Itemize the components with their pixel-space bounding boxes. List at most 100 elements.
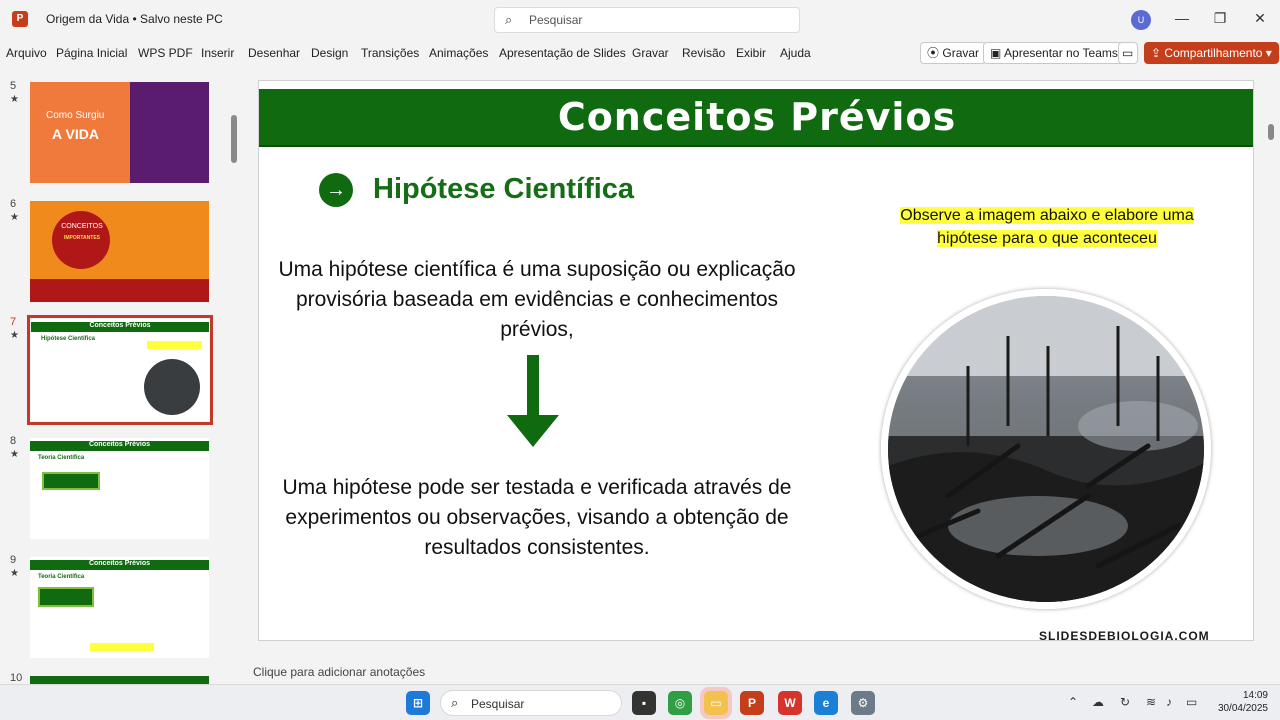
tab-gravar[interactable]: Gravar <box>632 46 669 60</box>
tab-animacoes[interactable]: Animações <box>429 46 488 60</box>
thumb-subtitle: Teoria Científica <box>38 455 85 461</box>
notes-placeholder: Clique para adicionar anotações <box>253 665 426 679</box>
tab-pagina-inicial[interactable]: Página Inicial <box>56 46 127 60</box>
slide-thumbnail-6[interactable]: CONCEITOS IMPORTANTES <box>30 201 209 302</box>
thumb-subtitle: Teoria Científica <box>38 574 85 580</box>
thumb-title: Como Surgiu <box>46 110 105 121</box>
record-icon: ⦿ <box>927 46 940 60</box>
slide-thumbnails-pane[interactable]: 5 ★ Como Surgiu A VIDA 6 ★ CONCEITOS IMP… <box>0 68 240 685</box>
record-button[interactable]: ⦿ Gravar <box>920 42 987 64</box>
thumb-photo <box>144 359 200 415</box>
comments-button[interactable]: ▭ <box>1118 42 1138 64</box>
thumb-number: 7 <box>10 316 17 328</box>
cloud-icon[interactable]: ☁ <box>1092 695 1104 709</box>
highlight-note-text: Observe a imagem abaixo e elabore uma hi… <box>900 207 1194 247</box>
highlight-note[interactable]: Observe a imagem abaixo e elabore uma hi… <box>889 204 1205 250</box>
thumb-highlight <box>147 341 202 349</box>
paragraph-testing[interactable]: Uma hipótese pode ser testada e verifica… <box>277 473 797 563</box>
thumb-right-panel <box>134 82 209 183</box>
document-title[interactable]: Origem da Vida • Salvo neste PC <box>46 12 223 26</box>
file-explorer-icon[interactable]: ▭ <box>700 687 732 719</box>
title-bar: P Origem da Vida • Salvo neste PC ⌕ Pesq… <box>0 0 1280 40</box>
tab-inserir[interactable]: Inserir <box>201 46 234 60</box>
thumb-number: 8 <box>10 435 17 447</box>
slide-thumbnail-5[interactable]: Como Surgiu A VIDA <box>30 82 209 183</box>
teams-icon: ▣ <box>990 46 1002 60</box>
minimize-icon[interactable]: — <box>1172 10 1192 26</box>
slide-scrollbar[interactable] <box>1268 124 1274 140</box>
tab-arquivo[interactable]: Arquivo <box>6 46 47 60</box>
taskbar-search[interactable]: ⌕ Pesquisar <box>440 690 622 716</box>
user-avatar[interactable]: U <box>1131 10 1151 30</box>
thumb-subtitle: A VIDA <box>52 126 99 142</box>
tab-exibir[interactable]: Exibir <box>736 46 766 60</box>
animation-star-icon: ★ <box>10 330 19 341</box>
tab-apresentacao[interactable]: Apresentação de Slides <box>499 46 626 60</box>
paragraph-definition[interactable]: Uma hipótese científica é uma suposição … <box>277 255 797 345</box>
search-input[interactable]: ⌕ Pesquisar <box>494 7 800 33</box>
section-heading[interactable]: Hipótese Científica <box>373 173 634 206</box>
chevron-up-icon[interactable]: ⌃ <box>1068 695 1078 709</box>
thumb-number: 10 <box>10 672 23 684</box>
edge-icon[interactable]: e <box>814 691 838 715</box>
arrow-down-icon[interactable] <box>507 355 559 447</box>
thumb-title: Conceitos Prévios <box>88 560 151 567</box>
maximize-icon[interactable]: ❐ <box>1210 10 1230 27</box>
chevron-down-icon: ▾ <box>1265 46 1272 60</box>
slide-thumbnail-9[interactable]: Conceitos Prévios Teoria Científica <box>30 557 209 658</box>
animation-star-icon: ★ <box>10 212 19 223</box>
battery-icon[interactable]: ▭ <box>1186 695 1197 709</box>
search-icon: ⌕ <box>505 12 513 27</box>
clock-time: 14:09 <box>1242 690 1268 701</box>
chrome-icon[interactable]: ◎ <box>668 691 692 715</box>
tab-transicoes[interactable]: Transições <box>361 46 419 60</box>
notes-pane[interactable]: Clique para adicionar anotações <box>241 660 1280 684</box>
present-teams-button[interactable]: ▣ Apresentar no Teams <box>983 42 1125 64</box>
close-icon[interactable]: ✕ <box>1250 10 1270 27</box>
slide-thumbnail-8[interactable]: Conceitos Prévios Teoria Científica <box>30 438 209 539</box>
clock-date: 30/04/2025 <box>1217 703 1268 714</box>
slide-title[interactable]: Conceitos Prévios <box>259 95 1253 139</box>
taskbar-search-label: Pesquisar <box>471 697 525 711</box>
burned-forest-illustration <box>888 296 1204 602</box>
volume-icon[interactable]: ♪ <box>1166 695 1172 709</box>
system-clock[interactable]: 14:09 30/04/2025 <box>1208 689 1268 715</box>
task-view-icon[interactable]: ▪ <box>632 691 656 715</box>
sync-icon[interactable]: ↻ <box>1120 695 1130 709</box>
settings-gear-icon[interactable]: ⚙ <box>851 691 875 715</box>
comment-icon: ▭ <box>1122 46 1134 60</box>
thumb-number: 6 <box>10 198 17 210</box>
taskbar: ⊞ ⌕ Pesquisar ▪ ◎ ▭ P W e ⚙ ⌃ ☁ ↻ ≋ ♪ ▭ … <box>0 684 1280 720</box>
thumbnails-scrollbar[interactable] <box>231 115 237 163</box>
animation-star-icon: ★ <box>10 568 19 579</box>
share-button[interactable]: ⇪ Compartilhamento ▾ <box>1144 42 1279 64</box>
animation-star-icon: ★ <box>10 449 19 460</box>
teams-label: Apresentar no Teams <box>1004 46 1118 60</box>
powerpoint-icon[interactable]: P <box>740 691 764 715</box>
watermark: SLIDESDEBIOLOGIA.COM <box>1039 629 1210 641</box>
ribbon-tabs: Arquivo Página Inicial WPS PDF Inserir D… <box>0 40 1280 68</box>
tab-desenhar[interactable]: Desenhar <box>248 46 300 60</box>
tab-design[interactable]: Design <box>311 46 348 60</box>
slide-canvas[interactable]: Conceitos Prévios → Hipótese Científica … <box>258 80 1254 641</box>
wifi-icon[interactable]: ≋ <box>1146 695 1156 709</box>
thumb-number: 5 <box>10 80 17 92</box>
thumb-title: Conceitos Prévios <box>88 441 151 448</box>
windows-start-icon[interactable]: ⊞ <box>406 691 430 715</box>
record-label: Gravar <box>942 46 980 60</box>
slide-thumbnail-7[interactable]: Conceitos Prévios Hipótese Científica <box>27 315 213 425</box>
thumb-footer <box>30 279 209 302</box>
tab-revisao[interactable]: Revisão <box>682 46 725 60</box>
burned-forest-photo[interactable] <box>881 289 1211 609</box>
thumb-box <box>42 472 100 490</box>
tab-wps-pdf[interactable]: WPS PDF <box>138 46 193 60</box>
header-underline <box>259 145 1253 147</box>
thumb-subtitle: IMPORTANTES <box>63 235 101 241</box>
share-label: Compartilhamento <box>1164 46 1263 60</box>
slide-header-bar: Conceitos Prévios <box>259 89 1253 145</box>
thumb-subtitle: Hipótese Científica <box>41 336 96 342</box>
share-icon: ⇪ <box>1151 46 1162 60</box>
thumb-number: 9 <box>10 554 17 566</box>
tab-ajuda[interactable]: Ajuda <box>780 46 811 60</box>
wps-icon[interactable]: W <box>778 691 802 715</box>
